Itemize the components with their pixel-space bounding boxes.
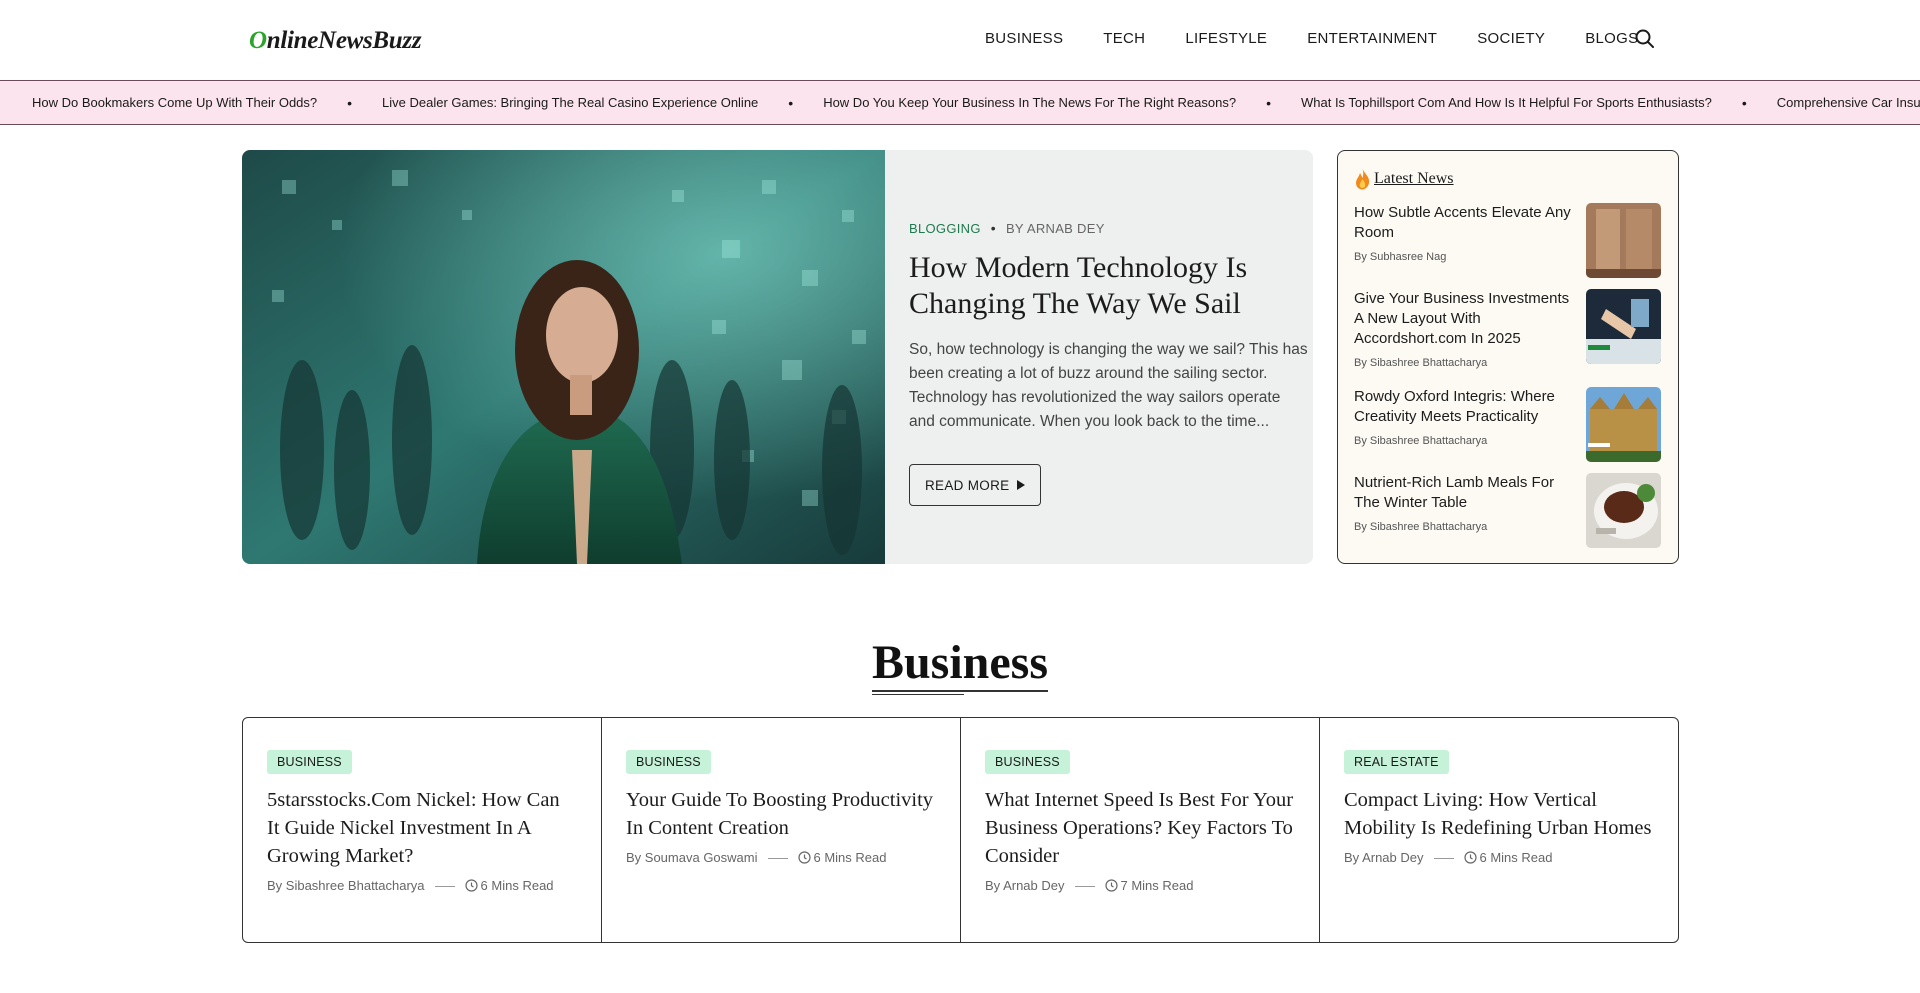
latest-news-item-title[interactable]: Rowdy Oxford Integris: Where Creativity … xyxy=(1354,387,1574,427)
article-meta: By Arnab Dey 7 Mins Read xyxy=(985,876,1295,895)
ticker-item[interactable]: How Do You Keep Your Business In The New… xyxy=(823,95,1236,110)
article-meta: By Soumava Goswami 6 Mins Read xyxy=(626,848,936,867)
ticker-item[interactable]: Comprehensive Car Insuran xyxy=(1777,95,1920,110)
ticker-item[interactable]: How Do Bookmakers Come Up With Their Odd… xyxy=(32,95,317,110)
latest-news-item[interactable]: Give Your Business Investments A New Lay… xyxy=(1354,289,1664,369)
play-icon xyxy=(1017,480,1026,490)
site-header: OnlineNewsBuzz BUSINESS TECH LIFESTYLE E… xyxy=(0,0,1920,80)
article-author[interactable]: By Arnab Dey xyxy=(985,878,1065,893)
latest-news-thumbnail[interactable] xyxy=(1586,387,1661,462)
business-card-grid: BUSINESS 5starsstocks.Com Nickel: How Ca… xyxy=(242,717,1679,943)
latest-news-item-title[interactable]: Give Your Business Investments A New Lay… xyxy=(1354,289,1574,349)
article-read-time: 7 Mins Read xyxy=(1120,878,1194,893)
article-card[interactable]: BUSINESS What Internet Speed Is Best For… xyxy=(961,718,1320,942)
article-read-time: 6 Mins Read xyxy=(813,850,887,865)
featured-category[interactable]: BLOGGING xyxy=(909,221,981,236)
category-badge[interactable]: REAL ESTATE xyxy=(1344,750,1449,774)
article-title[interactable]: 5starsstocks.Com Nickel: How Can It Guid… xyxy=(267,786,577,870)
nav-lifestyle[interactable]: LIFESTYLE xyxy=(1185,30,1267,47)
search-icon[interactable] xyxy=(1634,28,1656,50)
latest-news-item[interactable]: Rowdy Oxford Integris: Where Creativity … xyxy=(1354,387,1664,462)
ticker-separator: • xyxy=(1266,94,1271,111)
fire-icon xyxy=(1356,169,1370,190)
latest-news-panel: Latest News How Subtle Accents Elevate A… xyxy=(1337,150,1679,564)
article-title[interactable]: What Internet Speed Is Best For Your Bus… xyxy=(985,786,1295,870)
latest-news-thumbnail[interactable] xyxy=(1586,473,1661,548)
category-badge[interactable]: BUSINESS xyxy=(985,750,1070,774)
meta-divider xyxy=(434,886,455,888)
logo-text: nlineNewsBuzz xyxy=(266,27,422,54)
logo-letter: O xyxy=(249,27,267,54)
featured-post: BLOGGING • BY ARNAB DEY How Modern Techn… xyxy=(242,150,1313,564)
latest-news-thumbnail[interactable] xyxy=(1586,289,1661,364)
meta-divider xyxy=(1433,858,1454,860)
featured-body: BLOGGING • BY ARNAB DEY How Modern Techn… xyxy=(909,220,1309,506)
article-card[interactable]: BUSINESS Your Guide To Boosting Producti… xyxy=(602,718,961,942)
clock-icon xyxy=(464,879,478,892)
featured-meta: BLOGGING • BY ARNAB DEY xyxy=(909,220,1309,236)
nav-business[interactable]: BUSINESS xyxy=(985,30,1063,47)
section-title-business: Business xyxy=(871,636,1049,695)
latest-news-thumbnail[interactable] xyxy=(1586,203,1661,278)
category-badge[interactable]: BUSINESS xyxy=(267,750,352,774)
ticker-item[interactable]: What Is Tophillsport Com And How Is It H… xyxy=(1301,95,1712,110)
clock-icon xyxy=(797,851,811,864)
meta-divider xyxy=(767,858,788,860)
article-meta: By Sibashree Bhattacharya 6 Mins Read xyxy=(267,876,577,895)
featured-image[interactable] xyxy=(242,150,885,564)
news-ticker: How Do Bookmakers Come Up With Their Odd… xyxy=(0,80,1920,125)
nav-entertainment[interactable]: ENTERTAINMENT xyxy=(1307,30,1437,47)
article-author[interactable]: By Soumava Goswami xyxy=(626,850,758,865)
clock-icon xyxy=(1463,851,1477,864)
meta-separator: • xyxy=(990,220,996,236)
featured-excerpt: So, how technology is changing the way w… xyxy=(909,341,1308,430)
article-card[interactable]: REAL ESTATE Compact Living: How Vertical… xyxy=(1320,718,1678,942)
main-nav: BUSINESS TECH LIFESTYLE ENTERTAINMENT SO… xyxy=(985,30,1678,47)
article-read-time: 6 Mins Read xyxy=(1479,850,1553,865)
latest-news-heading: Latest News xyxy=(1354,168,1454,190)
featured-title[interactable]: How Modern Technology Is Changing The Wa… xyxy=(909,250,1309,322)
featured-author[interactable]: BY ARNAB DEY xyxy=(1006,221,1105,236)
nav-blogs[interactable]: BLOGS xyxy=(1585,30,1638,47)
clock-icon xyxy=(1104,879,1118,892)
section-heading: Business xyxy=(0,636,1920,695)
ticker-separator: • xyxy=(347,94,353,111)
ticker-separator: • xyxy=(1741,94,1747,111)
article-title[interactable]: Compact Living: How Vertical Mobility Is… xyxy=(1344,786,1654,842)
article-author[interactable]: By Arnab Dey xyxy=(1344,850,1424,865)
article-card[interactable]: BUSINESS 5starsstocks.Com Nickel: How Ca… xyxy=(243,718,602,942)
meta-divider xyxy=(1074,886,1095,888)
article-meta: By Arnab Dey 6 Mins Read xyxy=(1344,848,1654,867)
ticker-separator: • xyxy=(788,94,794,111)
latest-news-item[interactable]: Nutrient-Rich Lamb Meals For The Winter … xyxy=(1354,473,1664,548)
article-author[interactable]: By Sibashree Bhattacharya xyxy=(267,878,425,893)
latest-news-item[interactable]: How Subtle Accents Elevate Any Room By S… xyxy=(1354,203,1664,278)
article-title[interactable]: Your Guide To Boosting Productivity In C… xyxy=(626,786,936,842)
latest-news-item-title[interactable]: Nutrient-Rich Lamb Meals For The Winter … xyxy=(1354,473,1574,513)
ticker-item[interactable]: Live Dealer Games: Bringing The Real Cas… xyxy=(382,95,758,110)
category-badge[interactable]: BUSINESS xyxy=(626,750,711,774)
nav-tech[interactable]: TECH xyxy=(1103,30,1145,47)
nav-society[interactable]: SOCIETY xyxy=(1477,30,1545,47)
latest-news-item-title[interactable]: How Subtle Accents Elevate Any Room xyxy=(1354,203,1574,243)
read-more-label: READ MORE xyxy=(925,477,1010,493)
site-logo[interactable]: OnlineNewsBuzz xyxy=(249,24,422,58)
read-more-button[interactable]: READ MORE xyxy=(909,464,1042,506)
article-read-time: 6 Mins Read xyxy=(480,878,554,893)
latest-news-title[interactable]: Latest News xyxy=(1374,170,1454,188)
